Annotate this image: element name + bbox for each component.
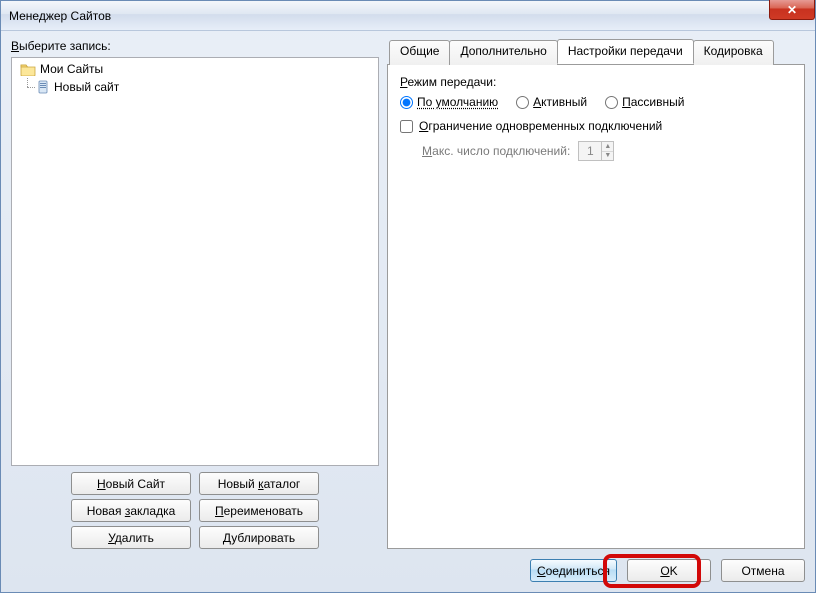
limit-connections-row: Ограничение одновременных подключений (400, 119, 792, 133)
site-manager-window: Менеджер Сайтов ✕ Выберите запись: (0, 0, 816, 593)
spinner-up[interactable]: ▲ (602, 142, 613, 152)
tree-root-label: Мои Сайты (40, 62, 103, 76)
tab-content-transfer: Режим передачи: По умолчанию Активный (387, 64, 805, 549)
new-folder-button[interactable]: Новый каталог (199, 472, 319, 495)
cancel-button[interactable]: Отмена (721, 559, 805, 582)
radio-active-label: Активный (533, 95, 587, 109)
titlebar: Менеджер Сайтов ✕ (1, 1, 815, 31)
rename-button[interactable]: Переименовать (199, 499, 319, 522)
radio-default-input[interactable] (400, 96, 413, 109)
transfer-mode-radios: По умолчанию Активный Пассивный (400, 95, 792, 109)
tab-advanced[interactable]: Дополнительно (449, 40, 557, 65)
new-site-button[interactable]: Новый Сайт (71, 472, 191, 495)
radio-passive-input[interactable] (605, 96, 618, 109)
radio-active[interactable]: Активный (516, 95, 587, 109)
radio-default-label: По умолчанию (417, 95, 498, 109)
right-panel: Общие Дополнительно Настройки передачи К… (387, 39, 805, 549)
radio-default[interactable]: По умолчанию (400, 95, 498, 109)
client-area: Выберите запись: Мои Сайты (1, 31, 815, 592)
left-panel: Выберите запись: Мои Сайты (11, 39, 379, 549)
select-entry-label: Выберите запись: (11, 39, 379, 53)
window-title: Менеджер Сайтов (9, 9, 811, 23)
tab-general[interactable]: Общие (389, 40, 450, 65)
max-connections-label: Макс. число подключений: (422, 144, 570, 158)
limit-connections-label: Ограничение одновременных подключений (419, 119, 662, 133)
tree-item-label: Новый сайт (54, 80, 119, 94)
duplicate-button[interactable]: Дублировать (199, 526, 319, 549)
transfer-mode-label: Режим передачи: (400, 75, 792, 89)
tree-item[interactable]: Новый сайт (16, 78, 374, 96)
folder-icon (20, 62, 36, 76)
bottom-buttons: Соединиться OK Отмена (11, 559, 805, 582)
entry-action-buttons: Новый Сайт Новый каталог Новая закладка … (11, 472, 379, 549)
tabs-bar: Общие Дополнительно Настройки передачи К… (389, 39, 805, 64)
limit-connections-checkbox[interactable] (400, 120, 413, 133)
max-connections-spinner: ▲ ▼ (578, 141, 614, 161)
new-bookmark-button[interactable]: Новая закладка (71, 499, 191, 522)
max-connections-input (578, 141, 602, 161)
server-icon (36, 80, 50, 94)
radio-passive-label: Пассивный (622, 95, 684, 109)
spinner-arrows: ▲ ▼ (602, 141, 614, 161)
tab-transfer[interactable]: Настройки передачи (557, 39, 694, 64)
main-columns: Выберите запись: Мои Сайты (11, 39, 805, 549)
delete-button[interactable]: Удалить (71, 526, 191, 549)
radio-active-input[interactable] (516, 96, 529, 109)
entries-tree[interactable]: Мои Сайты Новый сайт (11, 57, 379, 466)
max-connections-row: Макс. число подключений: ▲ ▼ (400, 141, 792, 161)
tree-root[interactable]: Мои Сайты (16, 60, 374, 78)
ok-button[interactable]: OK (627, 559, 711, 582)
tab-charset[interactable]: Кодировка (693, 40, 774, 65)
close-button[interactable]: ✕ (769, 0, 815, 20)
connect-button[interactable]: Соединиться (530, 559, 617, 582)
spinner-down[interactable]: ▼ (602, 152, 613, 161)
close-icon: ✕ (787, 4, 797, 16)
radio-passive[interactable]: Пассивный (605, 95, 684, 109)
tree-lines (24, 78, 36, 96)
